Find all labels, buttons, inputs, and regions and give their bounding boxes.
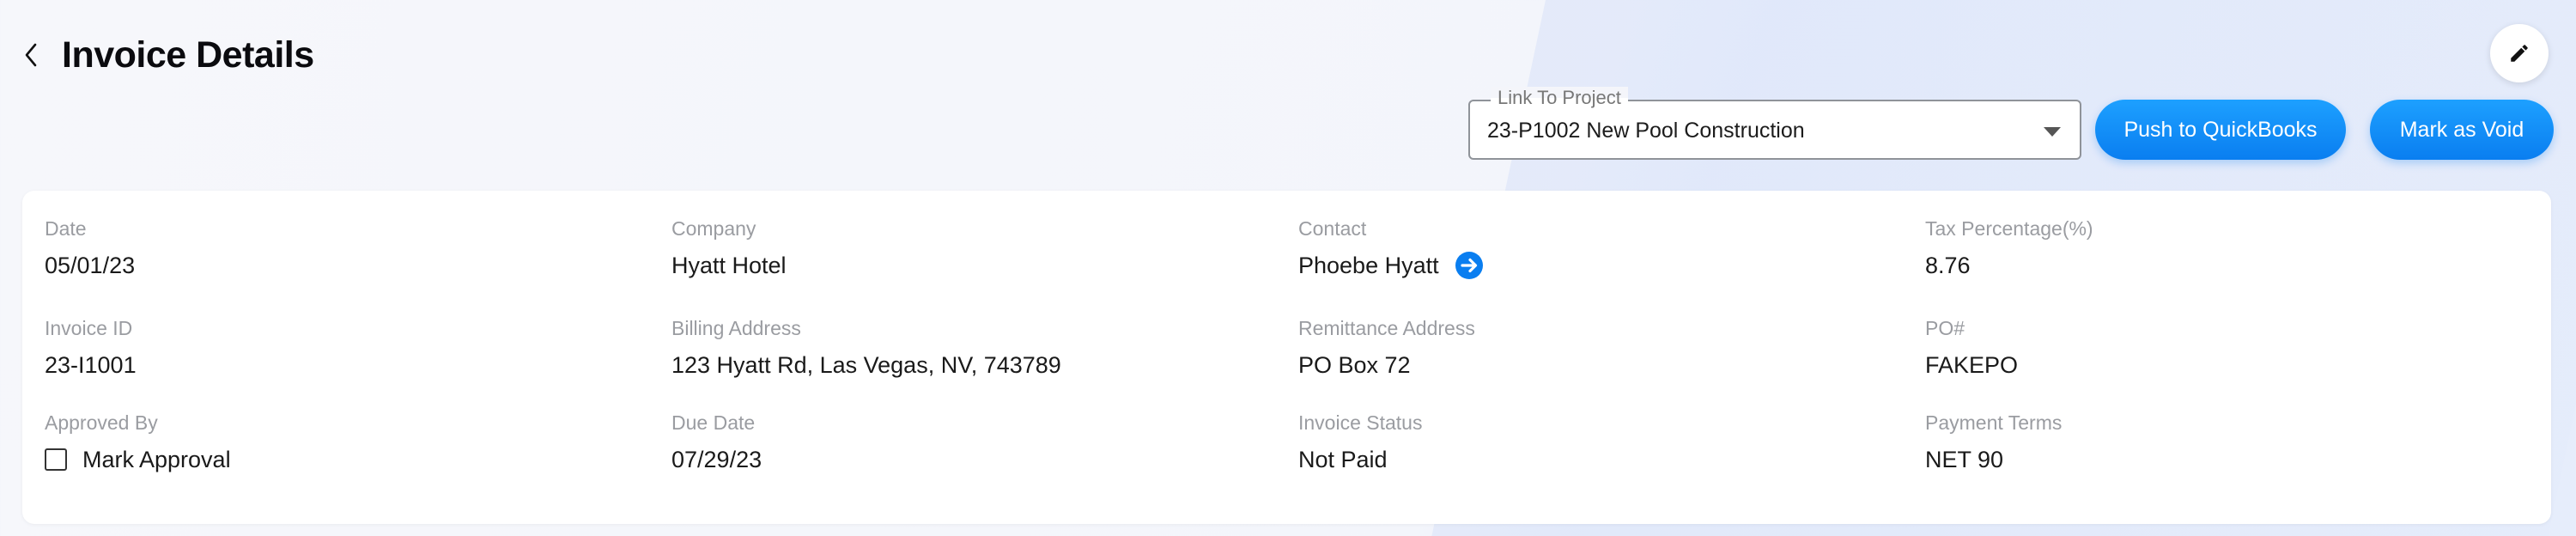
field-tax-percentage: Tax Percentage(%) 8.76: [1925, 216, 2093, 280]
chevron-left-icon: [25, 43, 37, 67]
field-due-date: Due Date 07/29/23: [671, 411, 762, 474]
payment-terms-value: NET 90: [1925, 447, 2004, 472]
invoice-id-label: Invoice ID: [45, 317, 133, 339]
field-billing-address: Billing Address 123 Hyatt Rd, Las Vegas,…: [671, 316, 1061, 380]
date-value: 05/01/23: [45, 253, 136, 278]
date-label: Date: [45, 217, 87, 240]
caret-down-icon[interactable]: [2044, 127, 2061, 137]
pencil-icon: [2511, 45, 2528, 62]
link-to-project-select[interactable]: Link To Project 23-P1002 New Pool Constr…: [1468, 87, 2081, 160]
back-button[interactable]: [19, 38, 43, 72]
due-date-label: Due Date: [671, 411, 756, 434]
remittance-address-label: Remittance Address: [1298, 317, 1475, 339]
arrow-right-circle-icon[interactable]: [1455, 251, 1484, 280]
field-company: Company Hyatt Hotel: [671, 216, 787, 280]
remittance-address-value: PO Box 72: [1298, 352, 1411, 378]
po-number-value: FAKEPO: [1925, 352, 2019, 378]
page-title: Invoice Details: [62, 34, 314, 76]
invoice-details-card: Date 05/01/23 Company Hyatt Hotel Contac…: [22, 191, 2551, 524]
field-contact: Contact Phoebe Hyatt: [1298, 216, 1484, 280]
invoice-id-value: 23-I1001: [45, 352, 137, 378]
mark-as-void-button[interactable]: Mark as Void: [2370, 100, 2554, 160]
contact-row: Phoebe Hyatt: [1298, 251, 1484, 280]
billing-address-label: Billing Address: [671, 317, 801, 339]
po-number-label: PO#: [1925, 317, 1965, 339]
approved-by-label: Approved By: [45, 411, 158, 434]
link-to-project-label: Link To Project: [1491, 87, 1628, 109]
mark-approval-label[interactable]: Mark Approval: [82, 445, 231, 474]
invoice-status-value: Not Paid: [1298, 447, 1388, 472]
due-date-value: 07/29/23: [671, 447, 762, 472]
field-invoice-status: Invoice Status Not Paid: [1298, 411, 1422, 474]
field-date: Date 05/01/23: [45, 216, 135, 280]
mark-approval-row[interactable]: Mark Approval: [45, 445, 231, 474]
field-remittance-address: Remittance Address PO Box 72: [1298, 316, 1475, 380]
page-header: Invoice Details: [19, 29, 314, 81]
contact-label: Contact: [1298, 217, 1367, 240]
field-approved-by: Approved By Mark Approval: [45, 411, 231, 474]
payment-terms-label: Payment Terms: [1925, 411, 2063, 434]
contact-value[interactable]: Phoebe Hyatt: [1298, 251, 1439, 280]
tax-percentage-label: Tax Percentage(%): [1925, 217, 2093, 240]
mark-approval-checkbox[interactable]: [45, 448, 67, 471]
billing-address-value: 123 Hyatt Rd, Las Vegas, NV, 743789: [671, 352, 1061, 378]
company-value: Hyatt Hotel: [671, 253, 787, 278]
company-label: Company: [671, 217, 756, 240]
field-po-number: PO# FAKEPO: [1925, 316, 2018, 380]
field-payment-terms: Payment Terms NET 90: [1925, 411, 2062, 474]
edit-button[interactable]: [2490, 24, 2549, 82]
invoice-status-label: Invoice Status: [1298, 411, 1423, 434]
push-to-quickbooks-button[interactable]: Push to QuickBooks: [2095, 100, 2346, 160]
tax-percentage-value: 8.76: [1925, 253, 1971, 278]
field-invoice-id: Invoice ID 23-I1001: [45, 316, 137, 380]
link-to-project-value: 23-P1002 New Pool Construction: [1487, 119, 1805, 143]
